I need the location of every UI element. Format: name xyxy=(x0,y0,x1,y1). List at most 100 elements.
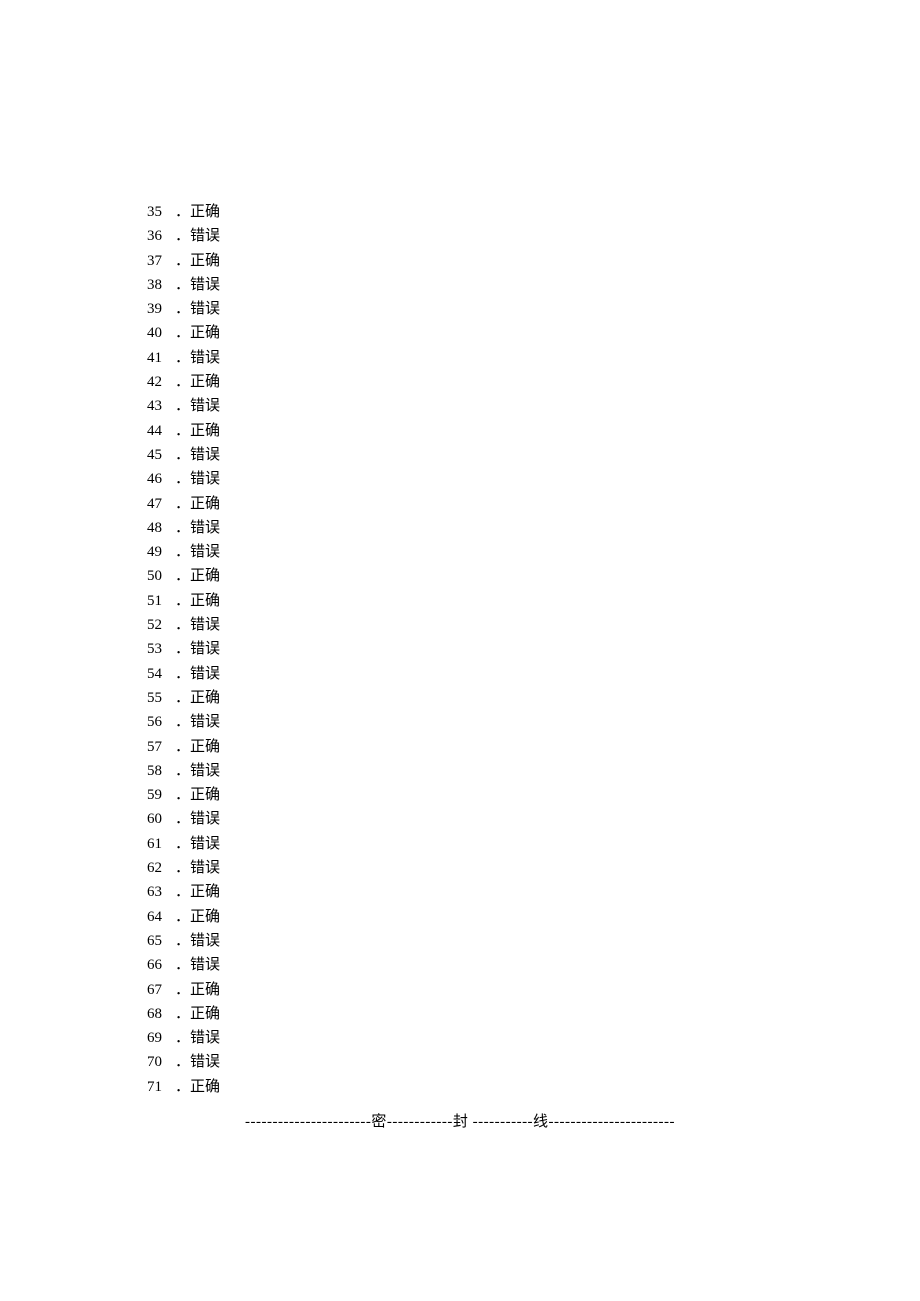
answer-row: 39．错误 xyxy=(147,297,787,321)
answer-number: 64 xyxy=(147,905,175,929)
separator: ． xyxy=(175,836,190,852)
separator: ． xyxy=(175,544,190,560)
answer-number: 46 xyxy=(147,467,175,491)
answer-text: 错误 xyxy=(190,301,220,317)
answer-number: 48 xyxy=(147,516,175,540)
separator: ． xyxy=(175,666,190,682)
separator: ． xyxy=(175,520,190,536)
answer-text: 正确 xyxy=(190,787,220,803)
separator: ． xyxy=(175,350,190,366)
answer-row: 62．错误 xyxy=(147,856,787,880)
separator: ． xyxy=(175,787,190,803)
answer-text: 错误 xyxy=(190,447,220,463)
answer-number: 45 xyxy=(147,443,175,467)
answer-row: 70．错误 xyxy=(147,1050,787,1074)
answer-row: 63．正确 xyxy=(147,880,787,904)
answer-number: 54 xyxy=(147,662,175,686)
separator: ． xyxy=(175,593,190,609)
answer-text: 错误 xyxy=(190,933,220,949)
separator: ． xyxy=(175,690,190,706)
separator: ． xyxy=(175,714,190,730)
separator: ． xyxy=(175,204,190,220)
seal-line: -----------------------密------------封 --… xyxy=(0,1110,920,1131)
answer-text: 正确 xyxy=(190,739,220,755)
answer-text: 正确 xyxy=(190,909,220,925)
answer-row: 56．错误 xyxy=(147,710,787,734)
answer-number: 40 xyxy=(147,321,175,345)
answer-row: 50．正确 xyxy=(147,564,787,588)
answer-number: 60 xyxy=(147,807,175,831)
answer-row: 41．错误 xyxy=(147,346,787,370)
answer-number: 51 xyxy=(147,589,175,613)
answer-row: 65．错误 xyxy=(147,929,787,953)
answer-list: 35．正确36．错误37．正确38．错误39．错误40．正确41．错误42．正确… xyxy=(147,200,787,1099)
answer-row: 51．正确 xyxy=(147,589,787,613)
answer-row: 45．错误 xyxy=(147,443,787,467)
answer-text: 错误 xyxy=(190,544,220,560)
answer-row: 46．错误 xyxy=(147,467,787,491)
answer-number: 43 xyxy=(147,394,175,418)
answer-row: 43．错误 xyxy=(147,394,787,418)
separator: ． xyxy=(175,301,190,317)
answer-text: 正确 xyxy=(190,593,220,609)
answer-row: 67．正确 xyxy=(147,978,787,1002)
answer-row: 48．错误 xyxy=(147,516,787,540)
answer-row: 35．正确 xyxy=(147,200,787,224)
separator: ． xyxy=(175,374,190,390)
separator: ． xyxy=(175,471,190,487)
separator: ． xyxy=(175,398,190,414)
answer-text: 正确 xyxy=(190,374,220,390)
answer-row: 60．错误 xyxy=(147,807,787,831)
separator: ． xyxy=(175,253,190,269)
answer-number: 58 xyxy=(147,759,175,783)
answer-row: 68．正确 xyxy=(147,1002,787,1026)
answer-number: 59 xyxy=(147,783,175,807)
answer-number: 66 xyxy=(147,953,175,977)
answer-row: 61．错误 xyxy=(147,832,787,856)
separator: ． xyxy=(175,447,190,463)
answer-number: 69 xyxy=(147,1026,175,1050)
answer-text: 错误 xyxy=(190,350,220,366)
answer-number: 67 xyxy=(147,978,175,1002)
answer-text: 错误 xyxy=(190,836,220,852)
answer-number: 37 xyxy=(147,249,175,273)
answer-text: 正确 xyxy=(190,496,220,512)
answer-number: 39 xyxy=(147,297,175,321)
answer-row: 57．正确 xyxy=(147,735,787,759)
answer-text: 正确 xyxy=(190,982,220,998)
answer-text: 正确 xyxy=(190,204,220,220)
answer-row: 52．错误 xyxy=(147,613,787,637)
answer-row: 53．错误 xyxy=(147,637,787,661)
separator: ． xyxy=(175,277,190,293)
answer-row: 42．正确 xyxy=(147,370,787,394)
separator: ． xyxy=(175,1006,190,1022)
answer-text: 错误 xyxy=(190,277,220,293)
answer-row: 58．错误 xyxy=(147,759,787,783)
separator: ． xyxy=(175,884,190,900)
answer-number: 35 xyxy=(147,200,175,224)
separator: ． xyxy=(175,957,190,973)
answer-number: 70 xyxy=(147,1050,175,1074)
separator: ． xyxy=(175,325,190,341)
answer-row: 71．正确 xyxy=(147,1075,787,1099)
answer-text: 错误 xyxy=(190,471,220,487)
answer-text: 错误 xyxy=(190,763,220,779)
separator: ． xyxy=(175,909,190,925)
answer-text: 正确 xyxy=(190,1079,220,1095)
answer-row: 36．错误 xyxy=(147,224,787,248)
answer-number: 63 xyxy=(147,880,175,904)
answer-text: 错误 xyxy=(190,228,220,244)
answer-text: 正确 xyxy=(190,423,220,439)
answer-number: 68 xyxy=(147,1002,175,1026)
answer-number: 55 xyxy=(147,686,175,710)
answer-number: 49 xyxy=(147,540,175,564)
answer-text: 正确 xyxy=(190,568,220,584)
answer-row: 37．正确 xyxy=(147,249,787,273)
answer-text: 错误 xyxy=(190,666,220,682)
separator: ． xyxy=(175,860,190,876)
answer-number: 41 xyxy=(147,346,175,370)
answer-number: 52 xyxy=(147,613,175,637)
answer-number: 44 xyxy=(147,419,175,443)
answer-number: 57 xyxy=(147,735,175,759)
answer-row: 55．正确 xyxy=(147,686,787,710)
